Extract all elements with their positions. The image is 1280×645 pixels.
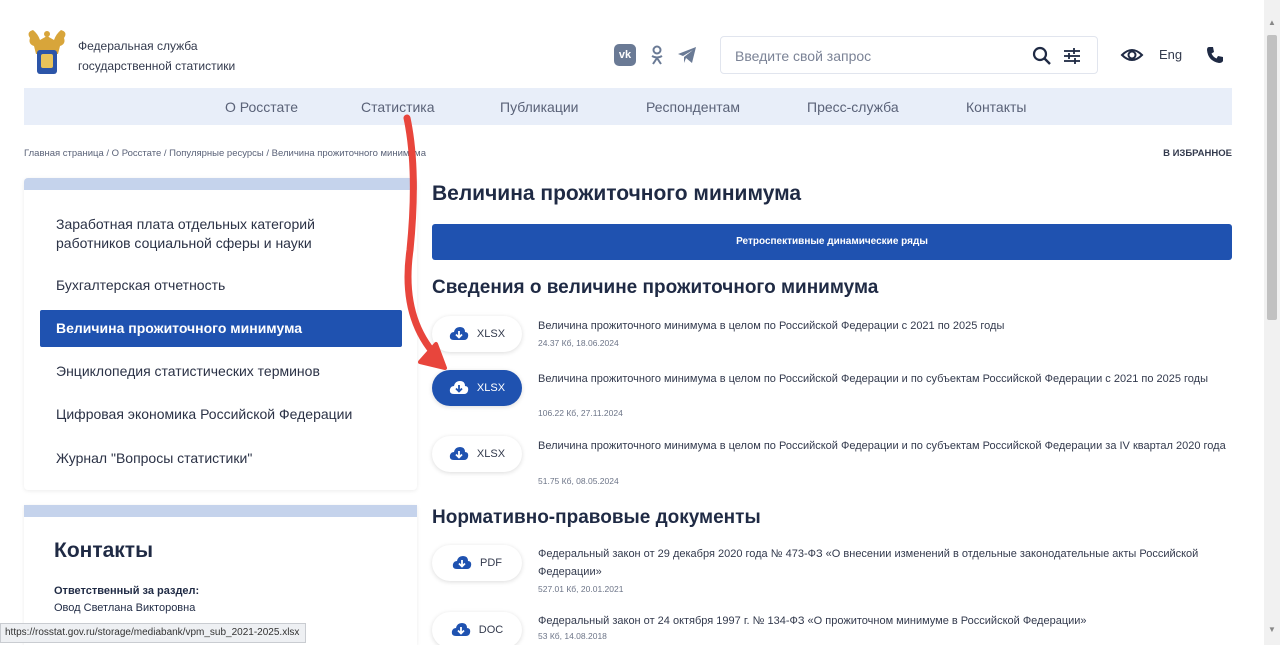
file-title-link[interactable]: Величина прожиточного минимума в целом п… bbox=[538, 317, 1228, 335]
scroll-up-arrow-icon[interactable]: ▲ bbox=[1268, 18, 1276, 27]
nav-item-about[interactable]: О Росстате bbox=[225, 99, 298, 115]
file-meta: 527.01 Кб, 20.01.2021 bbox=[538, 584, 624, 594]
org-name-line1: Федеральная служба bbox=[78, 39, 198, 53]
cloud-download-icon bbox=[451, 623, 470, 636]
file-meta: 53 Кб, 14.08.2018 bbox=[538, 631, 607, 641]
rosstat-emblem-logo[interactable] bbox=[24, 28, 70, 80]
vk-icon[interactable]: vk bbox=[614, 44, 636, 66]
page-title: Величина прожиточного минимума bbox=[432, 182, 802, 205]
search-box[interactable] bbox=[720, 36, 1098, 74]
responsible-name: Овод Светлана Викторовна bbox=[54, 602, 196, 614]
main-navigation: О Росстате Статистика Публикации Респонд… bbox=[24, 88, 1232, 125]
org-name-line2: государственной статистики bbox=[78, 59, 236, 73]
phone-icon[interactable] bbox=[1204, 44, 1226, 66]
download-pdf-button[interactable]: PDF bbox=[432, 545, 522, 581]
page-scrollbar[interactable]: ▲ ▼ bbox=[1264, 0, 1280, 645]
file-title-link[interactable]: Федеральный закон от 24 октября 1997 г. … bbox=[538, 612, 1228, 630]
sidebar-menu: Заработная плата отдельных категорий раб… bbox=[24, 178, 417, 490]
scrollbar-thumb[interactable] bbox=[1267, 35, 1277, 320]
add-to-favorites-link[interactable]: В ИЗБРАННОЕ bbox=[1163, 148, 1232, 159]
download-xlsx-button[interactable]: XLSX bbox=[432, 436, 522, 472]
download-xlsx-button[interactable]: XLSX bbox=[432, 316, 522, 352]
sidebar-item-accounting[interactable]: Бухгалтерская отчетность bbox=[56, 276, 376, 295]
retrospective-series-button[interactable]: Ретроспективные динамические ряды bbox=[432, 224, 1232, 260]
responsible-label: Ответственный за раздел: bbox=[54, 585, 200, 597]
file-meta: 106.22 Кб, 27.11.2024 bbox=[538, 408, 623, 418]
file-title-link[interactable]: Величина прожиточного минимума в целом п… bbox=[538, 437, 1228, 455]
sidebar-item-journal[interactable]: Журнал "Вопросы статистики" bbox=[56, 449, 376, 468]
org-name[interactable]: Федеральная служба государственной стати… bbox=[78, 36, 235, 76]
language-switch[interactable]: Eng bbox=[1159, 47, 1182, 62]
nav-item-press[interactable]: Пресс-служба bbox=[807, 99, 899, 115]
search-icon[interactable] bbox=[1031, 45, 1053, 67]
accessibility-eye-icon[interactable] bbox=[1120, 44, 1144, 66]
sidebar-item-subsistence-minimum[interactable]: Величина прожиточного минимума bbox=[40, 310, 402, 347]
nav-item-statistics[interactable]: Статистика bbox=[361, 99, 435, 115]
search-input[interactable] bbox=[735, 45, 1015, 67]
file-type-label: DOC bbox=[478, 624, 504, 636]
file-type-label: XLSX bbox=[476, 328, 506, 340]
file-meta: 51.75 Кб, 08.05.2024 bbox=[538, 476, 619, 486]
sidebar-item-encyclopedia[interactable]: Энциклопедия статистических терминов bbox=[56, 362, 376, 381]
file-title-link[interactable]: Величина прожиточного минимума в целом п… bbox=[538, 370, 1228, 388]
link-preview-status-bar: https://rosstat.gov.ru/storage/mediabank… bbox=[0, 623, 307, 643]
cloud-download-icon bbox=[449, 447, 469, 460]
cloud-download-icon bbox=[449, 327, 469, 340]
nav-item-respondents[interactable]: Респондентам bbox=[646, 99, 740, 115]
cloud-download-icon bbox=[452, 556, 472, 569]
nav-item-contacts[interactable]: Контакты bbox=[966, 99, 1026, 115]
sidebar-top-bar bbox=[24, 178, 417, 190]
breadcrumb[interactable]: Главная страница / О Росстате / Популярн… bbox=[24, 148, 426, 159]
telegram-icon[interactable] bbox=[676, 44, 698, 66]
section-title-info: Сведения о величине прожиточного минимум… bbox=[432, 277, 879, 298]
file-meta: 24.37 Кб, 18.06.2024 bbox=[538, 338, 619, 348]
contacts-top-bar bbox=[24, 505, 417, 517]
cloud-download-icon bbox=[449, 381, 469, 394]
nav-item-publications[interactable]: Публикации bbox=[500, 99, 578, 115]
download-xlsx-button-active[interactable]: XLSX bbox=[432, 370, 522, 406]
file-type-label: PDF bbox=[480, 557, 502, 569]
sidebar-item-digital-economy[interactable]: Цифровая экономика Российской Федерации bbox=[56, 405, 376, 424]
odnoklassniki-icon[interactable] bbox=[648, 44, 666, 66]
section-title-legal: Нормативно-правовые документы bbox=[432, 507, 761, 528]
contacts-title: Контакты bbox=[54, 539, 154, 562]
scroll-down-arrow-icon[interactable]: ▼ bbox=[1268, 625, 1276, 634]
file-title-link[interactable]: Федеральный закон от 29 декабря 2020 год… bbox=[538, 545, 1228, 581]
sidebar-item-wages[interactable]: Заработная плата отдельных категорий раб… bbox=[56, 215, 376, 253]
file-type-label: XLSX bbox=[476, 448, 506, 460]
filter-settings-icon[interactable] bbox=[1061, 45, 1083, 67]
download-doc-button[interactable]: DOC bbox=[432, 612, 522, 645]
file-type-label: XLSX bbox=[476, 382, 506, 394]
vk-icon-text: vk bbox=[618, 49, 632, 61]
